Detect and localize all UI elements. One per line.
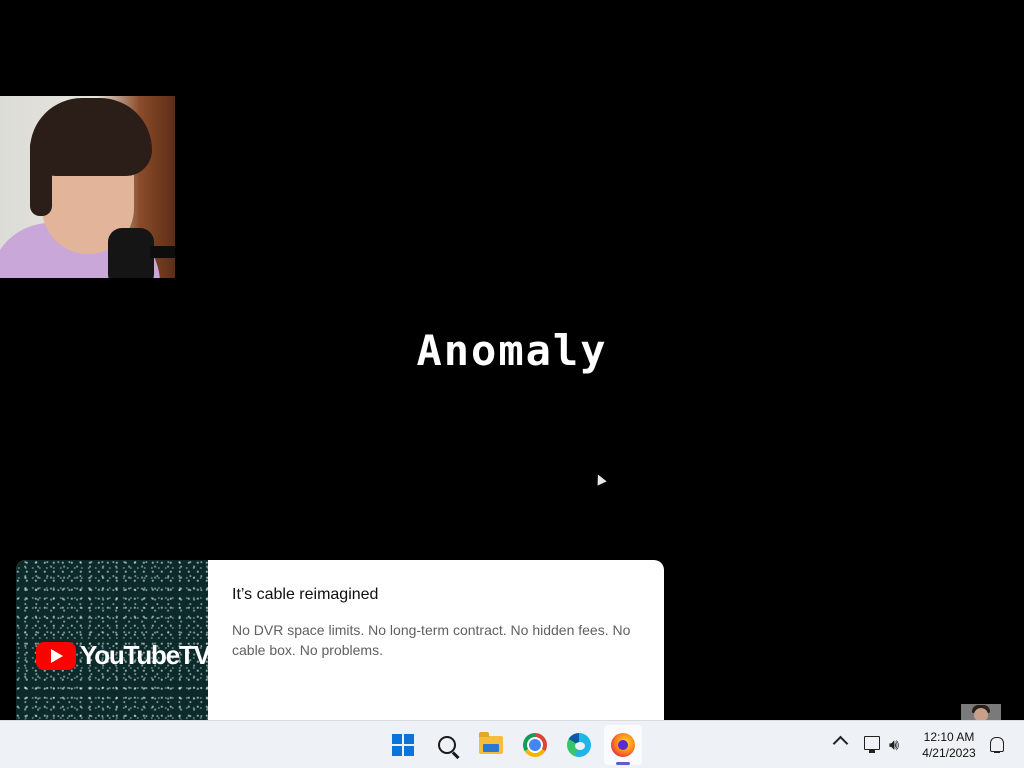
ad-overlay[interactable]: YouTubeTV It’s cable reimagined No DVR s… [16,560,664,720]
ad-text: It’s cable reimagined No DVR space limit… [232,586,642,660]
webcam-overlay [0,96,175,278]
network-icon[interactable] [864,736,880,753]
volume-icon[interactable]: 🔊︎ [889,737,899,755]
youtube-play-icon [36,641,76,670]
search-button[interactable] [432,730,462,760]
firefox-button-icon-wrap[interactable] [608,730,638,760]
firefox-icon [611,733,635,757]
search-icon [438,736,456,754]
active-app-indicator [616,762,630,765]
youtube-tv-wordmark: YouTubeTV [80,640,211,670]
edge-button[interactable] [564,730,594,760]
chrome-button[interactable] [520,730,550,760]
show-hidden-icons-chevron-icon[interactable] [832,735,849,752]
edge-icon [567,733,591,757]
ad-thumbnail[interactable]: YouTubeTV [16,560,211,720]
folder-icon [479,732,503,754]
microphone-icon [108,228,154,278]
avatar-face [974,708,988,720]
file-explorer-button[interactable] [476,730,506,760]
clock-time: 12:10 AM [923,730,975,744]
game-title: Anomaly [416,326,608,375]
webcam-person-hair-side [30,136,52,216]
channel-avatar-thumbnail[interactable] [961,704,1001,720]
system-clock[interactable]: 12:10 AM 4/21/2023 [913,729,985,761]
notification-bell-icon[interactable] [990,737,1004,753]
start-button[interactable] [388,730,418,760]
screen: Anomaly YouTubeTV It’s cable reimagined … [0,0,1024,768]
mouse-cursor-icon [593,472,607,486]
windows-logo-icon [392,734,414,756]
chrome-icon [523,733,547,757]
taskbar: 🔊︎ 12:10 AM 4/21/2023 [0,720,1024,768]
video-player[interactable]: Anomaly YouTubeTV It’s cable reimagined … [0,0,1024,720]
microphone-arm [150,246,175,258]
clock-date: 4/21/2023 [922,746,976,760]
ad-description: No DVR space limits. No long-term contra… [232,622,631,658]
youtube-tv-logo: YouTubeTV [36,640,211,671]
ad-title[interactable]: It’s cable reimagined [232,586,642,604]
